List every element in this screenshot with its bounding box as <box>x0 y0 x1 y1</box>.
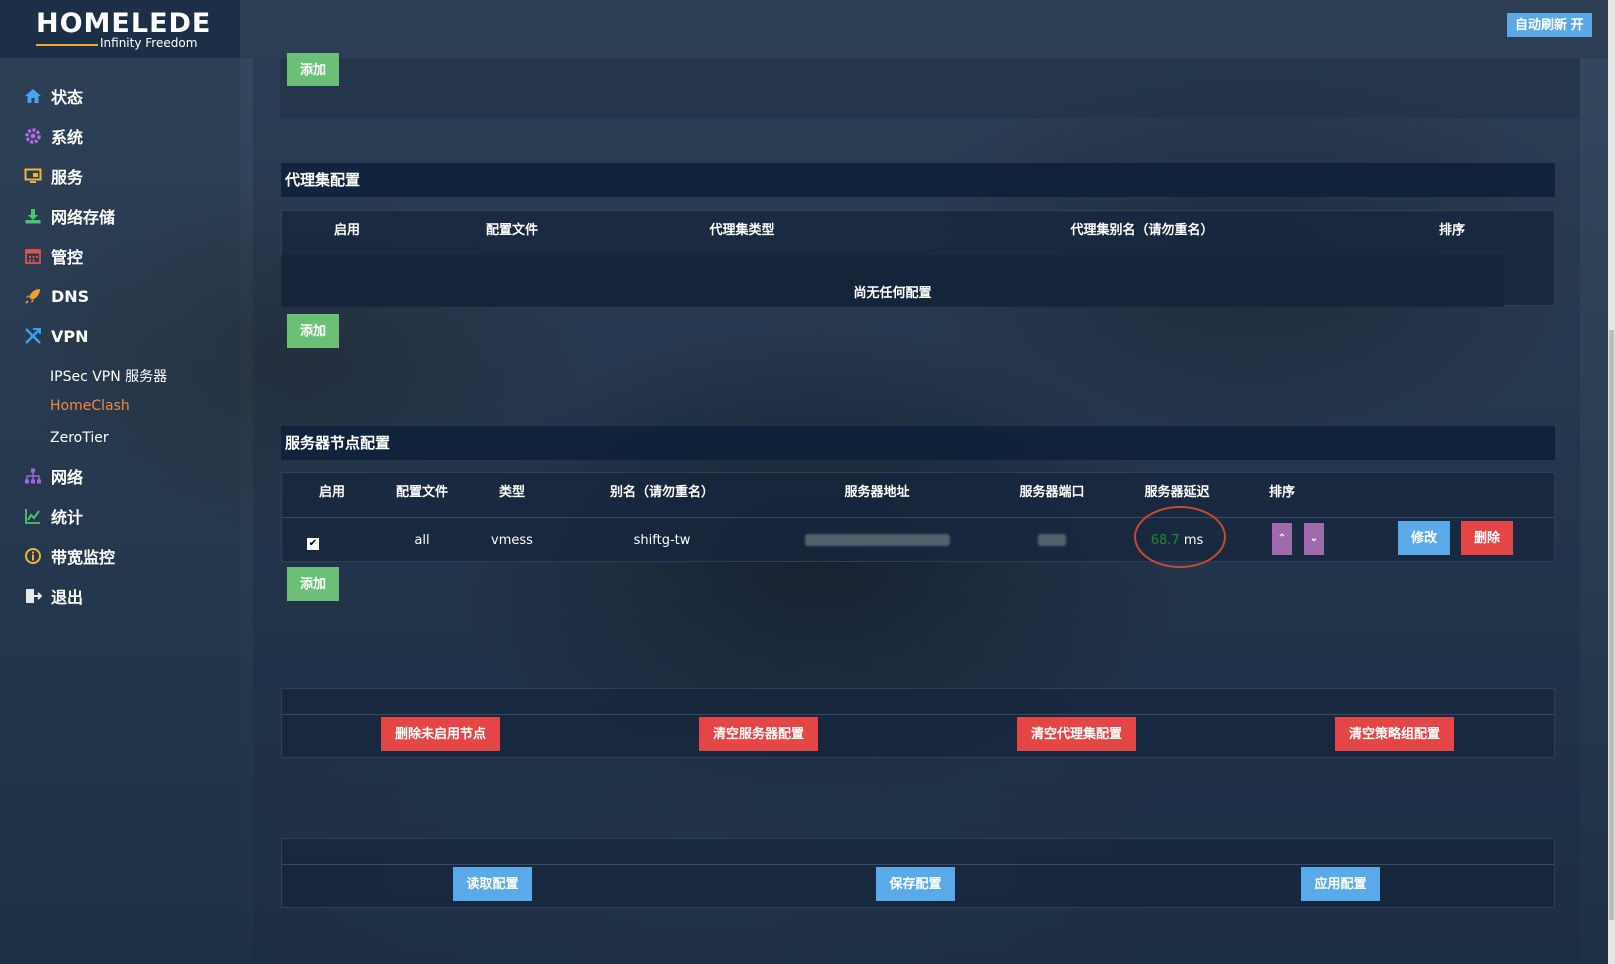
sidebar-item-label: 带宽监控 <box>51 548 116 567</box>
servers-table: 启用 配置文件 类型 别名（请勿重名） 服务器地址 服务器端口 服务器延迟 排序… <box>281 472 1555 562</box>
sidebar-item-system[interactable]: 系统 <box>24 124 83 148</box>
add-server-button[interactable]: 添加 <box>287 567 339 601</box>
column-header: 代理集别名（请勿重名） <box>1070 223 1214 238</box>
column-header: 配置文件 <box>395 485 448 500</box>
brand-name: HOMELEDE <box>36 8 212 39</box>
brand-logo[interactable]: HOMELEDE Infinity Freedom <box>0 0 240 58</box>
move-up-button[interactable]: ⌃ <box>1272 523 1292 555</box>
logout-icon <box>24 587 42 605</box>
proxy-provider-title: 代理集配置 <box>281 163 1555 197</box>
network-icon <box>24 467 42 485</box>
delete-disabled-nodes-button[interactable]: 删除未启用节点 <box>381 717 500 751</box>
sidebar-item-bandwidth[interactable]: 带宽监控 <box>24 544 115 568</box>
empty-message: 尚无任何配置 <box>853 286 932 301</box>
sidebar-item-label: 状态 <box>51 88 84 107</box>
page-scrollbar[interactable] <box>1608 0 1615 964</box>
enabled-checkbox[interactable]: ✔ <box>307 538 319 550</box>
column-header: 服务器延迟 <box>1144 485 1210 500</box>
calendar-icon <box>24 247 42 265</box>
sidebar-item-label: 管控 <box>51 248 84 267</box>
sidebar-item-control[interactable]: 管控 <box>24 244 83 268</box>
sidebar-item-label: 网络 <box>51 468 84 487</box>
sidebar-item-logout[interactable]: 退出 <box>24 584 83 608</box>
proxy-provider-empty: 尚无任何配置 <box>281 255 1504 307</box>
add-button-top[interactable]: 添加 <box>287 53 339 86</box>
column-header: 启用 <box>333 223 360 238</box>
column-header: 配置文件 <box>485 223 538 238</box>
latency-highlight-circle <box>1134 506 1226 568</box>
row-config: all <box>414 533 430 548</box>
gear-icon <box>24 127 42 145</box>
column-header: 启用 <box>318 485 345 500</box>
sidebar-item-status[interactable]: 状态 <box>24 84 83 108</box>
column-header: 服务器地址 <box>844 485 910 500</box>
row-divider <box>282 864 1554 865</box>
clear-proxy-providers-button[interactable]: 清空代理集配置 <box>1017 717 1136 751</box>
sidebar-item-services[interactable]: 服务 <box>24 164 83 188</box>
sidebar-subitem-zerotier[interactable]: ZeroTier <box>50 430 109 446</box>
sidebar-subitem-homeclash[interactable]: HomeClash <box>50 398 130 414</box>
add-proxy-provider-button[interactable]: 添加 <box>287 314 339 348</box>
clear-policy-groups-button[interactable]: 清空策略组配置 <box>1335 717 1454 751</box>
chevron-up-icon: ⌃ <box>1277 533 1287 544</box>
edit-button[interactable]: 修改 <box>1398 521 1450 555</box>
top-bar <box>0 0 1615 58</box>
sidebar-item-label: DNS <box>51 286 90 306</box>
brand-underline <box>36 44 98 46</box>
clear-servers-button[interactable]: 清空服务器配置 <box>699 717 818 751</box>
column-header: 类型 <box>498 485 525 500</box>
vpn-icon <box>24 327 42 345</box>
chart-icon <box>24 507 42 525</box>
row-port-redacted <box>1022 534 1082 550</box>
sidebar-subitem-ipsec[interactable]: IPSec VPN 服务器 <box>50 366 167 386</box>
auto-refresh-toggle[interactable]: 自动刷新 开 <box>1507 13 1592 37</box>
sidebar-item-label: 服务 <box>51 168 84 187</box>
chevron-down-icon: ⌄ <box>1309 533 1319 544</box>
sidebar-item-label: 统计 <box>51 508 84 527</box>
row-divider <box>282 714 1554 715</box>
sidebar-item-label: 退出 <box>51 588 84 607</box>
column-header: 排序 <box>1268 485 1295 500</box>
row-address-redacted <box>802 534 952 550</box>
sidebar-item-label: 网络存储 <box>51 208 116 227</box>
read-config-button[interactable]: 读取配置 <box>453 867 532 901</box>
move-down-button[interactable]: ⌄ <box>1304 523 1324 555</box>
sidebar-item-stats[interactable]: 统计 <box>24 504 83 528</box>
monitor-icon <box>24 167 42 185</box>
delete-button[interactable]: 删除 <box>1461 521 1513 555</box>
row-type: vmess <box>491 533 533 548</box>
sidebar-item-label: VPN <box>51 326 89 346</box>
sidebar-item-label: 系统 <box>51 128 84 147</box>
column-header: 代理集类型 <box>709 223 775 238</box>
sidebar-item-storage[interactable]: 网络存储 <box>24 204 115 228</box>
rocket-icon <box>24 287 42 305</box>
sidebar-item-vpn[interactable]: VPN <box>24 324 89 348</box>
download-icon <box>24 207 42 225</box>
table-row: ✔ all vmess shiftg-tw 68.7 ms ⌃ ⌄ 修改 删除 <box>282 518 1554 562</box>
brand-slogan: Infinity Freedom <box>100 36 198 50</box>
sidebar-item-network[interactable]: 网络 <box>24 464 83 488</box>
row-alias: shiftg-tw <box>633 533 691 548</box>
home-icon <box>24 87 42 105</box>
servers-title: 服务器节点配置 <box>281 426 1555 460</box>
column-header: 排序 <box>1438 223 1465 238</box>
column-header: 服务器端口 <box>1019 485 1085 500</box>
info-icon <box>24 547 42 565</box>
apply-config-button[interactable]: 应用配置 <box>1301 867 1380 901</box>
top-strip <box>280 58 1580 118</box>
scrollbar-thumb[interactable] <box>1609 330 1614 920</box>
save-config-button[interactable]: 保存配置 <box>876 867 955 901</box>
sidebar-item-dns[interactable]: DNS <box>24 284 89 308</box>
column-header: 别名（请勿重名） <box>609 485 714 500</box>
